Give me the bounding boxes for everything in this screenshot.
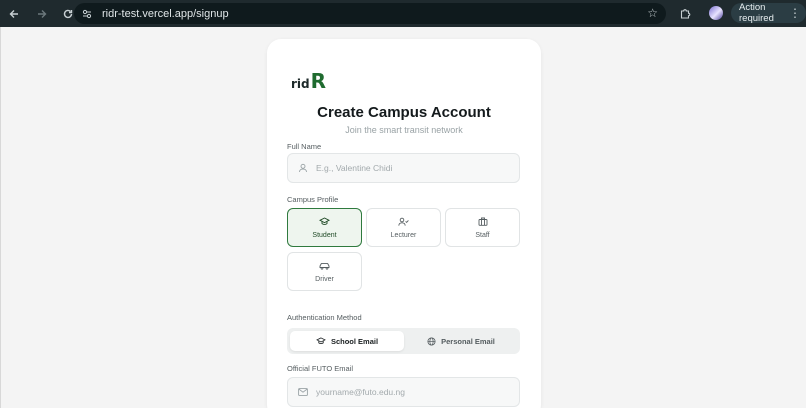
profile-option-label: Staff	[475, 231, 490, 239]
profile-option-label: Student	[312, 231, 337, 239]
url-text: ridr-test.vercel.app/signup	[102, 7, 229, 20]
profile-option-label: Driver	[315, 275, 334, 283]
graduation-cap-icon	[316, 337, 326, 345]
profile-option-staff[interactable]: Staff	[445, 208, 520, 247]
car-icon	[319, 261, 330, 271]
profile-option-label: Lecturer	[390, 231, 417, 239]
briefcase-icon	[478, 217, 488, 227]
auth-option-school-email[interactable]: School Email	[290, 331, 404, 351]
email-placeholder: yourname@futo.edu.ng	[316, 387, 405, 397]
address-bar[interactable]: ridr-test.vercel.app/signup ☆	[74, 3, 666, 24]
profile-option-lecturer[interactable]: Lecturer	[366, 208, 441, 247]
logo-text-r: R	[310, 69, 327, 93]
profile-avatar[interactable]	[709, 6, 723, 20]
page-title: Create Campus Account	[317, 104, 491, 121]
email-label: Official FUTO Email	[287, 364, 353, 373]
back-arrow-icon[interactable]	[5, 5, 23, 23]
logo-text-rid: rid	[291, 77, 310, 91]
campus-profile-label: Campus Profile	[287, 195, 339, 204]
full-name-placeholder: E.g., Valentine Chidi	[316, 163, 393, 173]
profile-option-student[interactable]: Student	[287, 208, 362, 247]
extensions-icon[interactable]	[677, 5, 693, 21]
mail-icon	[297, 386, 309, 398]
auth-method-toggle: School Email Personal Email	[287, 328, 520, 354]
browser-toolbar: ridr-test.vercel.app/signup ☆ Action req…	[0, 0, 806, 27]
user-check-icon	[398, 217, 409, 227]
auth-method-label: Authentication Method	[287, 313, 362, 322]
profile-option-driver[interactable]: Driver	[287, 252, 362, 291]
auth-option-label: Personal Email	[441, 336, 495, 346]
browser-menu-icon[interactable]: ⋮	[789, 6, 801, 20]
user-icon	[297, 162, 309, 174]
page-subtitle: Join the smart transit network	[345, 125, 463, 135]
email-field[interactable]: yourname@futo.edu.ng	[287, 377, 520, 407]
auth-option-personal-email[interactable]: Personal Email	[405, 331, 517, 351]
forward-arrow-icon[interactable]	[33, 5, 51, 23]
brand-logo: rid R	[291, 69, 326, 93]
full-name-input[interactable]: E.g., Valentine Chidi	[287, 153, 520, 183]
globe-icon	[427, 336, 436, 346]
bookmark-star-icon[interactable]: ☆	[647, 6, 658, 20]
page-content: rid R Create Campus Account Join the sma…	[0, 27, 806, 408]
site-settings-icon[interactable]	[80, 7, 94, 21]
auth-option-label: School Email	[330, 336, 379, 346]
full-name-label: Full Name	[287, 142, 322, 151]
graduation-cap-icon	[319, 217, 330, 227]
signup-card: rid R Create Campus Account Join the sma…	[267, 39, 541, 408]
